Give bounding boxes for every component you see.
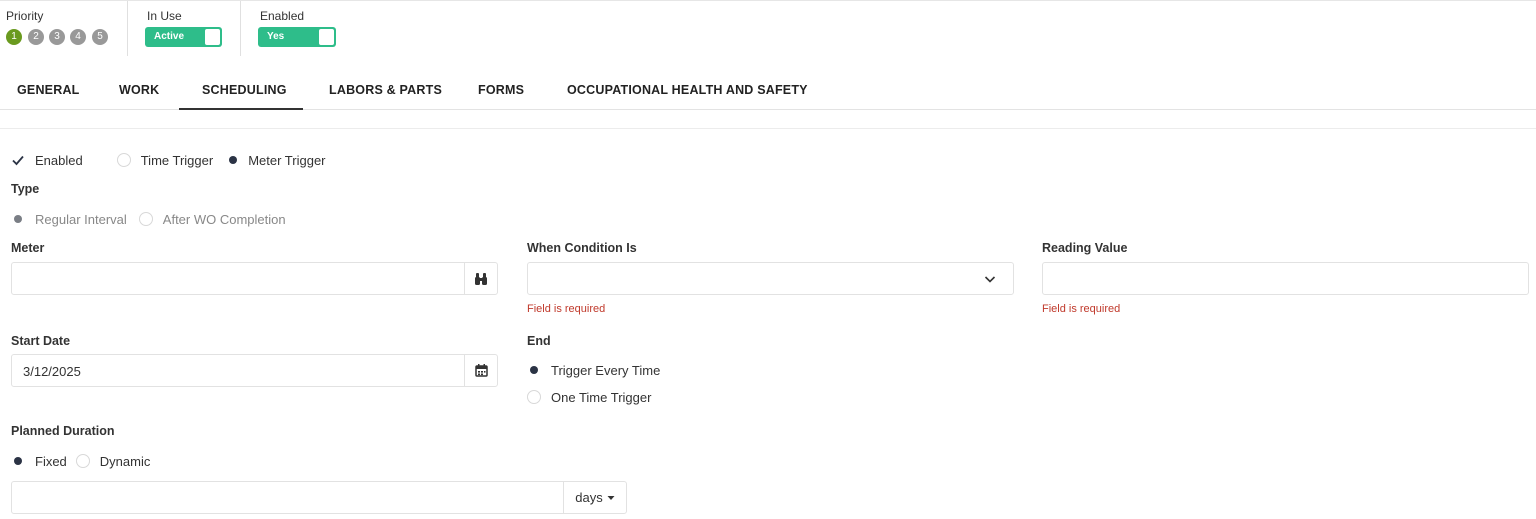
meter-field[interactable] [11, 262, 498, 295]
check-icon [12, 155, 24, 166]
dynamic-radio[interactable] [75, 454, 90, 468]
planned-duration-field[interactable]: days [11, 481, 627, 514]
priority-5[interactable]: 5 [92, 29, 108, 45]
start-date-field[interactable]: 3/12/2025 [11, 354, 498, 387]
enabled-label: Enabled [260, 9, 305, 23]
after-wo-completion-label: After WO Completion [162, 211, 286, 227]
dynamic-label: Dynamic [99, 453, 151, 469]
tab-bar: GENERAL WORK SCHEDULING LABORS & PARTS F… [0, 62, 1536, 110]
start-date-picker-button[interactable] [464, 355, 497, 386]
priority-2[interactable]: 2 [28, 29, 44, 45]
end-label: End [527, 334, 551, 348]
type-label: Type [11, 182, 40, 196]
regular-interval-label: Regular Interval [35, 211, 127, 227]
fixed-radio[interactable] [11, 454, 25, 468]
duration-unit-dropdown[interactable]: days [563, 482, 626, 513]
trigger-row: Enabled Time Trigger Meter Trigger [11, 152, 326, 168]
tab-forms[interactable]: FORMS [478, 62, 524, 110]
in-use-toggle[interactable]: Active [145, 27, 222, 47]
tab-labors-parts[interactable]: LABORS & PARTS [329, 62, 442, 110]
condition-select[interactable] [527, 262, 1014, 295]
time-trigger-radio[interactable] [116, 153, 131, 167]
meter-lookup-button[interactable] [464, 263, 497, 294]
in-use-section: In Use Active [128, 1, 240, 57]
enabled-section: Enabled Yes [241, 1, 361, 57]
enabled-checkbox[interactable] [11, 153, 25, 167]
time-trigger-label: Time Trigger [140, 152, 214, 168]
regular-interval-radio[interactable] [11, 212, 25, 226]
end-option-one-time: One Time Trigger [527, 389, 651, 405]
record-header: Priority 1 2 3 4 5 In Use Active Enabled… [0, 0, 1536, 60]
priority-4[interactable]: 4 [70, 29, 86, 45]
in-use-label: In Use [147, 9, 182, 23]
trigger-every-time-radio[interactable] [527, 363, 541, 377]
enabled-toggle-text: Yes [267, 31, 285, 42]
toggle-knob [319, 29, 334, 45]
priority-1[interactable]: 1 [6, 29, 22, 45]
end-option-every-time: Trigger Every Time [527, 362, 660, 378]
binoculars-icon [475, 272, 487, 285]
tab-work[interactable]: WORK [119, 62, 159, 110]
duration-unit-value: days [575, 490, 603, 505]
meter-trigger-label: Meter Trigger [248, 152, 326, 168]
condition-label: When Condition Is [527, 241, 637, 255]
caret-down-icon [607, 495, 615, 500]
start-date-value: 3/12/2025 [23, 364, 81, 379]
tab-general[interactable]: GENERAL [17, 62, 80, 110]
start-date-label: Start Date [11, 334, 71, 348]
priority-section: Priority 1 2 3 4 5 [0, 1, 127, 57]
enabled-checkbox-label: Enabled [35, 152, 83, 168]
condition-error: Field is required [527, 303, 606, 315]
chevron-down-icon [984, 276, 996, 283]
fixed-label: Fixed [35, 453, 67, 469]
one-time-trigger-label: One Time Trigger [551, 389, 652, 405]
trigger-every-time-label: Trigger Every Time [551, 362, 661, 378]
after-wo-completion-radio[interactable] [138, 212, 153, 226]
tab-ohs[interactable]: OCCUPATIONAL HEALTH AND SAFETY [567, 62, 808, 110]
active-tab-indicator [179, 108, 303, 110]
one-time-trigger-radio[interactable] [527, 390, 541, 404]
type-row: Regular Interval After WO Completion [11, 211, 286, 227]
section-divider [0, 128, 1536, 129]
calendar-icon [474, 364, 488, 377]
reading-value-label: Reading Value [1042, 241, 1128, 255]
reading-value-error: Field is required [1042, 303, 1121, 315]
reading-value-field[interactable] [1042, 262, 1529, 295]
priority-3[interactable]: 3 [49, 29, 65, 45]
toggle-knob [205, 29, 220, 45]
planned-duration-label: Planned Duration [11, 424, 115, 438]
meter-trigger-radio[interactable] [226, 153, 241, 167]
meter-label: Meter [11, 241, 45, 255]
tab-scheduling[interactable]: SCHEDULING [202, 62, 287, 110]
in-use-toggle-text: Active [154, 31, 185, 42]
priority-label: Priority [6, 9, 44, 23]
enabled-toggle[interactable]: Yes [258, 27, 336, 47]
planned-duration-options: Fixed Dynamic [11, 453, 150, 469]
